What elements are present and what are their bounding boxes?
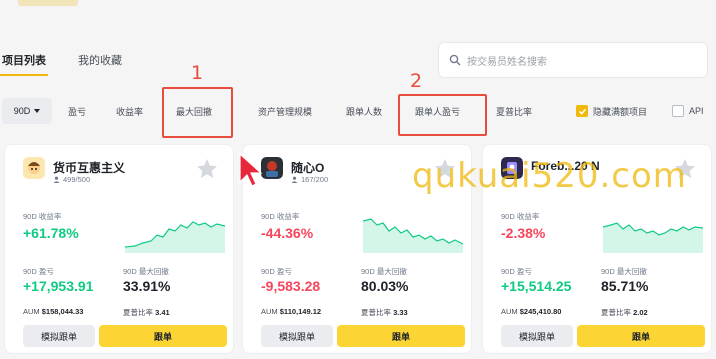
caret-down-icon [34, 109, 41, 113]
sharpe-value: 3.41 [155, 308, 170, 317]
tab-favorites[interactable]: 我的收藏 [76, 52, 124, 76]
mouse-cursor-icon [239, 152, 263, 187]
period-select[interactable]: 90D [2, 98, 52, 124]
roi-value: -44.36% [261, 225, 314, 241]
favorite-star-icon[interactable] [195, 157, 219, 181]
roi-value: -2.38% [501, 225, 546, 241]
api-label: API [689, 106, 704, 116]
copier-seats: 167/200 [291, 175, 328, 184]
aum-label: AUM [261, 307, 278, 316]
trader-avatar [261, 157, 283, 179]
highlight-box-2 [398, 94, 487, 136]
copy-trade-button[interactable]: 跟单 [99, 325, 227, 347]
aum-label: AUM [23, 307, 40, 316]
roi-label: 90D 收益率 [23, 212, 62, 221]
tab-project-list[interactable]: 项目列表 [0, 52, 48, 76]
copy-trade-button[interactable]: 跟单 [577, 325, 705, 347]
sharpe-info: 夏普比率 3.41 [123, 307, 170, 318]
pnl-label: 90D 盈亏 [23, 267, 54, 276]
mdd-label: 90D 最大回撤 [123, 267, 169, 276]
roi-sparkline [363, 218, 463, 253]
sharpe-label: 夏普比率 [123, 308, 153, 317]
annotation-number-2: 2 [410, 70, 423, 92]
sharpe-value: 2.02 [633, 308, 648, 317]
annotation-number-1: 1 [191, 62, 204, 84]
pnl-value: +15,514.25 [501, 278, 572, 294]
aum-value: $245,410.80 [519, 307, 562, 316]
hide-full-toggle[interactable]: 隐藏满额项目 [576, 98, 647, 124]
hide-full-label: 隐藏满额项目 [593, 106, 648, 117]
top-decoration [18, 0, 78, 6]
roi-label: 90D 收益率 [501, 212, 540, 221]
aum-info: AUM $158,044.33 [23, 307, 83, 316]
sharpe-info: 夏普比率 2.02 [601, 307, 648, 318]
sharpe-label: 夏普比率 [601, 308, 631, 317]
copier-seats: 499/500 [53, 175, 90, 184]
roi-sparkline [125, 221, 225, 253]
sharpe-value: 3.33 [393, 308, 408, 317]
pnl-label: 90D 盈亏 [261, 267, 292, 276]
search-icon [449, 54, 461, 66]
simulate-copy-button[interactable]: 模拟跟单 [23, 325, 95, 347]
trader-card[interactable]: 货币互惠主义 499/500 90D 收益率 +61.78% 90D 盈亏 +1… [4, 144, 234, 354]
sort-roi[interactable]: 收益率 [116, 98, 143, 124]
sort-aum[interactable]: 资产管理规模 [258, 98, 312, 124]
seats-value: 499/500 [63, 175, 91, 184]
aum-value: $110,149.12 [279, 307, 322, 316]
sort-pnl[interactable]: 盈亏 [68, 98, 86, 124]
sort-bar: 90D 盈亏 收益率 最大回撤 资产管理规模 跟单人数 跟单人盈亏 夏普比率 隐… [0, 98, 716, 124]
search-placeholder: 按交易员姓名搜索 [467, 56, 547, 68]
watermark-text: qukuai520.com [412, 156, 687, 196]
sharpe-info: 夏普比率 3.33 [361, 307, 408, 318]
api-toggle[interactable]: API [672, 98, 704, 124]
mdd-label: 90D 最大回撤 [601, 267, 647, 276]
tab-bar: 项目列表 我的收藏 [0, 52, 124, 76]
pnl-value: +17,953.91 [23, 278, 94, 294]
copy-trade-button[interactable]: 跟单 [337, 325, 465, 347]
checkbox-unchecked-icon [672, 105, 684, 117]
aum-info: AUM $110,149.12 [261, 307, 321, 316]
aum-value: $158,044.33 [41, 307, 84, 316]
search-input[interactable]: 按交易员姓名搜索 [438, 42, 708, 78]
pnl-label: 90D 盈亏 [501, 267, 532, 276]
trader-name[interactable]: 货币互惠主义 [53, 159, 125, 176]
sharpe-label: 夏普比率 [361, 308, 391, 317]
trader-name[interactable]: 随心O [291, 159, 324, 176]
mdd-value: 85.71% [601, 278, 649, 294]
roi-sparkline [603, 222, 703, 253]
seats-value: 167/200 [301, 175, 329, 184]
mdd-label: 90D 最大回撤 [361, 267, 407, 276]
checkbox-checked-icon [576, 105, 588, 117]
trader-avatar [23, 157, 45, 179]
sort-sharpe[interactable]: 夏普比率 [496, 98, 532, 124]
roi-label: 90D 收益率 [261, 212, 300, 221]
period-value: 90D [13, 106, 31, 116]
user-icon [291, 176, 298, 183]
mdd-value: 33.91% [123, 278, 171, 294]
mdd-value: 80.03% [361, 278, 409, 294]
highlight-box-1 [162, 87, 233, 138]
user-icon [53, 176, 60, 183]
sort-copier-count[interactable]: 跟单人数 [346, 98, 382, 124]
aum-info: AUM $245,410.80 [501, 307, 561, 316]
aum-label: AUM [501, 307, 518, 316]
simulate-copy-button[interactable]: 模拟跟单 [261, 325, 333, 347]
pnl-value: -9,583.28 [261, 278, 321, 294]
simulate-copy-button[interactable]: 模拟跟单 [501, 325, 573, 347]
roi-value: +61.78% [23, 225, 79, 241]
